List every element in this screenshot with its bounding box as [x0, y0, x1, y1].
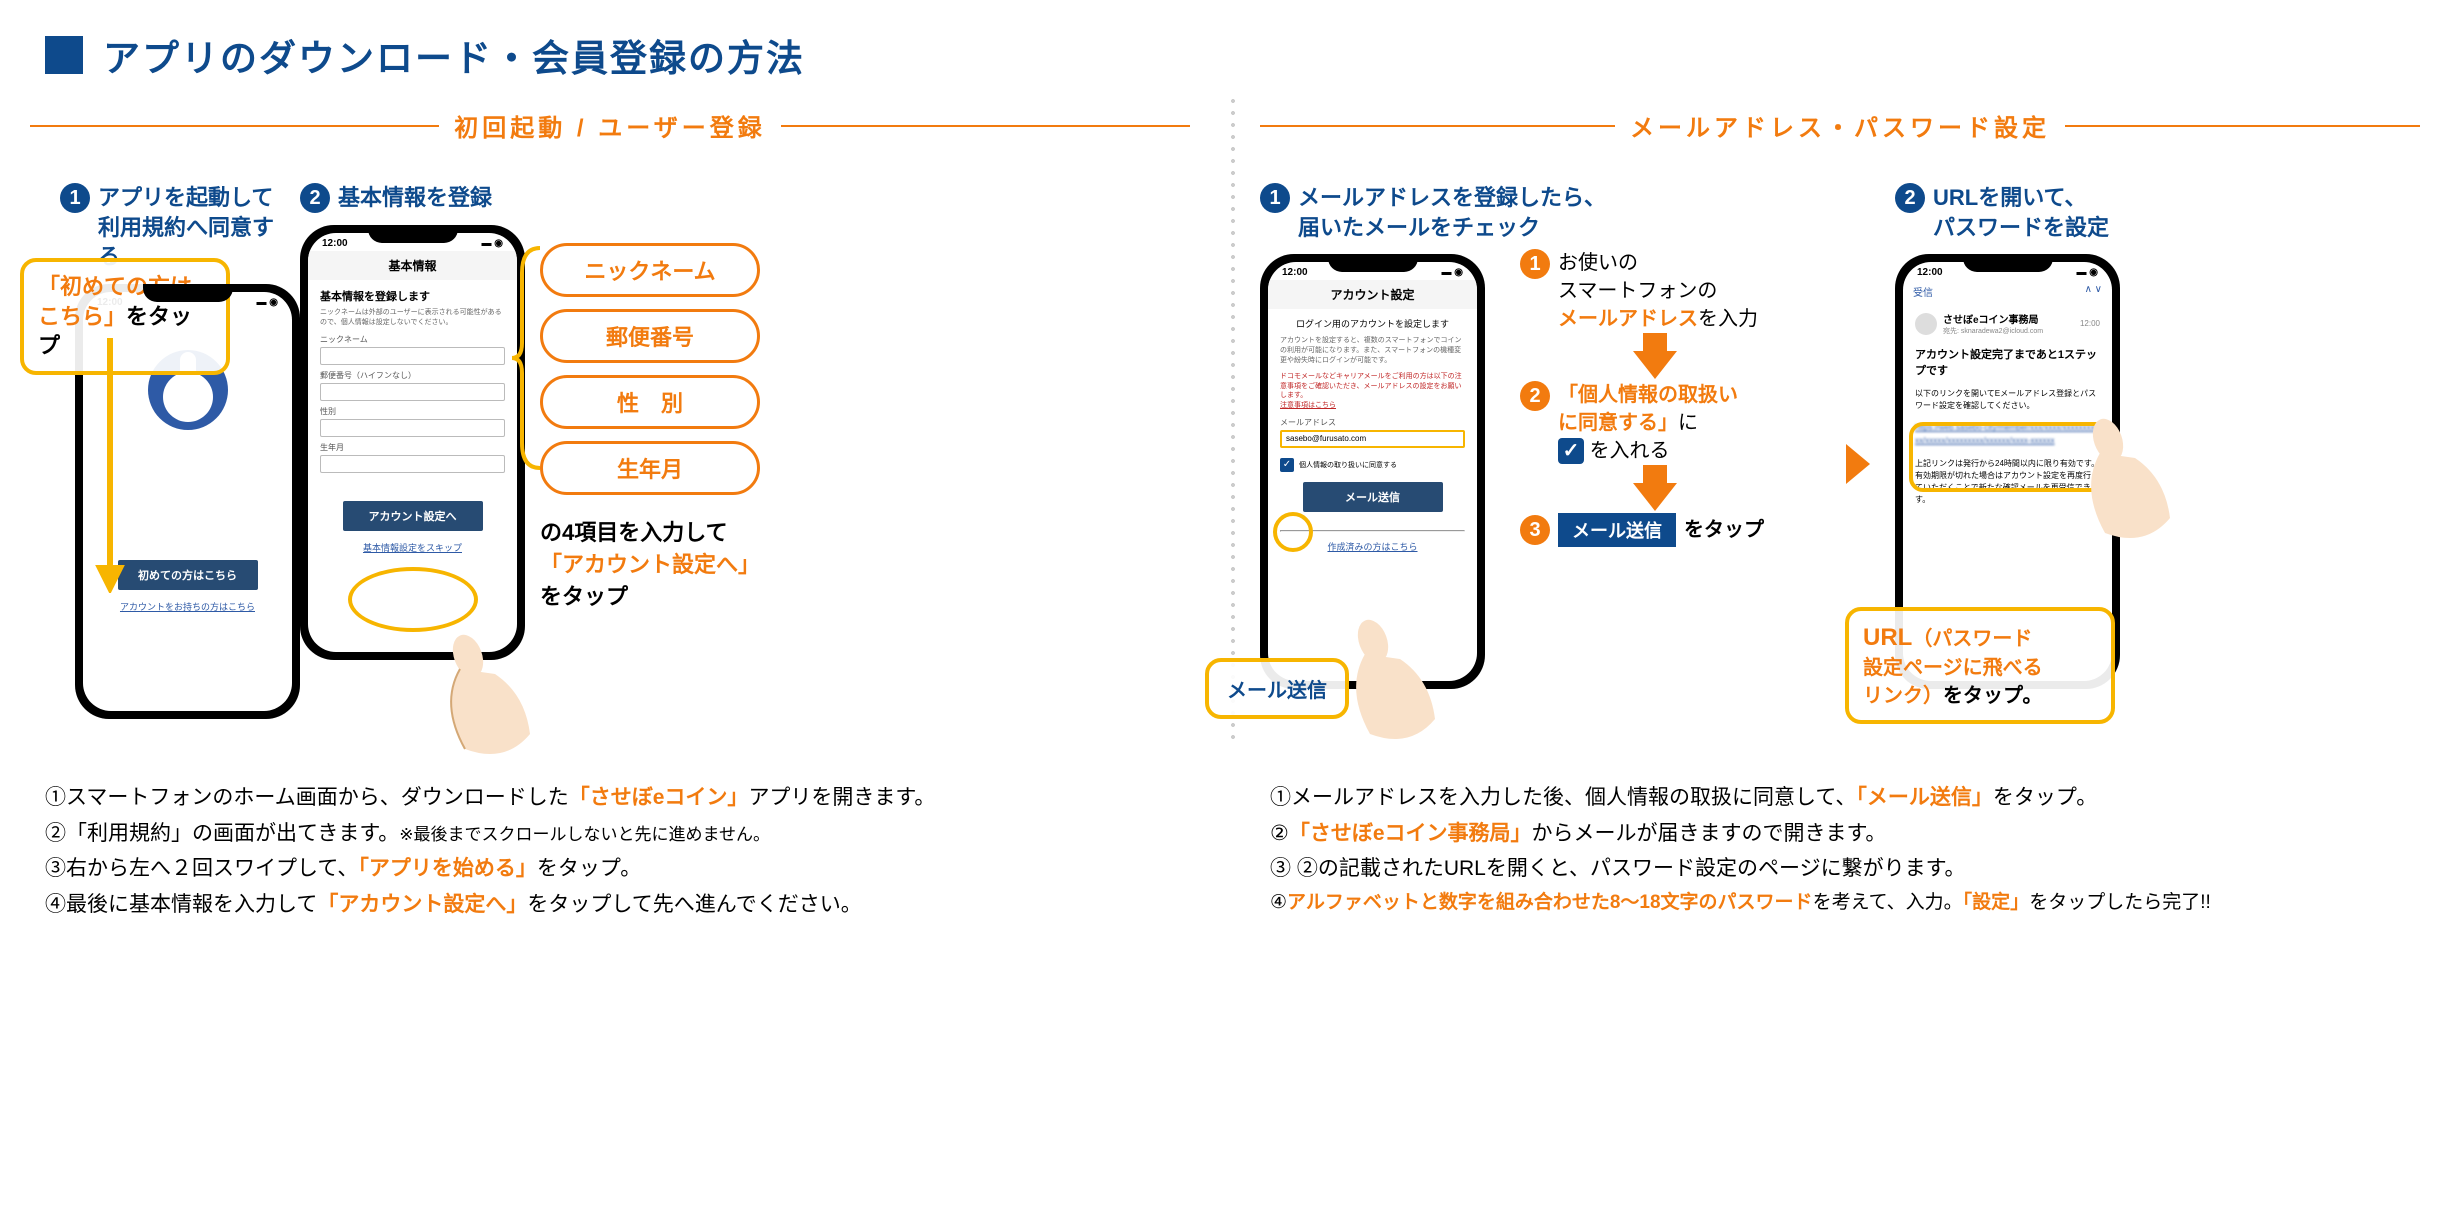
existing-account-link[interactable]: アカウントをお持ちの方はこちら	[83, 600, 292, 613]
yellow-arrow-icon	[90, 338, 130, 593]
signal-icon: ▬ ◉	[256, 297, 278, 308]
title-square-icon	[45, 36, 83, 74]
nav-icons: ∧ ∨	[2085, 284, 2102, 299]
sub-step-number: 1	[1520, 249, 1550, 279]
notch-icon	[1963, 254, 2053, 272]
line-icon	[2065, 125, 2420, 127]
gender-input[interactable]	[320, 419, 505, 437]
signal-icon: ▬ ◉	[481, 238, 503, 249]
send-email-button[interactable]: メール送信	[1303, 482, 1443, 512]
consent-checkbox[interactable]: ✓	[1280, 458, 1294, 472]
warning-link[interactable]: 注意事項はこちら	[1280, 401, 1465, 411]
callout-text: をタップ。	[1943, 685, 2042, 707]
callout-url: URL（パスワード 設定ページに飛べる リンク）をタップ。	[1845, 607, 2115, 725]
time-label: 12:00	[322, 238, 348, 249]
time-label: 12:00	[1282, 267, 1308, 278]
hand-pointer-icon	[1335, 609, 1455, 749]
screen-subtitle: ログイン用のアカウントを設定します	[1280, 317, 1465, 330]
description-right: ①メールアドレスを入力した後、個人情報の取扱に同意して、「メール送信」をタップ。…	[1270, 780, 2410, 919]
account-setup-button[interactable]: アカウント設定へ	[343, 501, 483, 531]
sub-steps-column: 1 お使いの スマートフォンの メールアドレスを入力 2 「個人情報の取扱い に…	[1520, 249, 1790, 551]
step-title-text: URLを開いて、 パスワードを設定	[1933, 183, 2109, 242]
screen-heading: 基本情報	[308, 251, 517, 280]
recipient: 宛先: sknaradewa2@icloud.com	[1943, 326, 2074, 336]
arrow-down-icon	[1633, 351, 1677, 379]
back-link[interactable]: 受信	[1913, 284, 1933, 299]
sub-step-number: 3	[1520, 515, 1550, 545]
hand-pointer-icon	[430, 624, 550, 764]
sub-step-text: 「個人情報の取扱い に同意する」に ✓ を入れる	[1558, 381, 1738, 465]
screen-subtitle: 基本情報を登録します	[320, 288, 505, 304]
instruction-text: の4項目を入力して	[540, 517, 760, 549]
line-icon	[1260, 125, 1615, 127]
consent-label: 個人情報の取り扱いに同意する	[1299, 460, 1397, 470]
callout-text: （パスワード	[1912, 628, 2032, 650]
instruction-text: をタップ	[540, 581, 760, 613]
section-first-launch: 初回起動 / ユーザー登録 1 アプリを起動して 利用規約へ同意する 12:00…	[30, 108, 1190, 719]
send-badge: メール送信	[1558, 513, 1676, 547]
arrow-down-icon	[1633, 483, 1677, 511]
hand-pointer-icon	[2070, 408, 2190, 548]
callout-text: こちら」	[38, 304, 126, 329]
time-label: 12:00	[1917, 267, 1943, 278]
highlight-circle-icon	[348, 567, 478, 632]
screen-note: アカウントを設定すると、複数のスマートフォンでコインの利用が可能になります。また…	[1280, 336, 1465, 365]
warning-text: ドコモメールなどキャリアメールをご利用の方は以下の注意事項をご確認いただき、メー…	[1280, 372, 1465, 401]
notch-icon	[368, 225, 458, 243]
step-title-text: メールアドレスを登録したら、 届いたメールをチェック	[1298, 183, 1606, 242]
callout-text: リンク）	[1863, 685, 1943, 707]
field-label: 生年月	[320, 442, 505, 453]
field-label: 郵便番号（ハイフンなし）	[320, 370, 505, 381]
section-label: メールアドレス・パスワード設定	[1630, 108, 2050, 143]
field-pill: 性 別	[540, 375, 760, 429]
birth-input[interactable]	[320, 455, 505, 473]
callout-text: URL	[1863, 624, 1912, 651]
mail-time: 12:00	[2080, 319, 2100, 328]
section-label: 初回起動 / ユーザー登録	[454, 108, 766, 143]
screen-note: ニックネームは外部のユーザーに表示される可能性があるので、個人情報は設定しないで…	[320, 308, 505, 328]
field-pill: 郵便番号	[540, 309, 760, 363]
callout-text: 設定ページに飛べる	[1863, 657, 2043, 679]
first-time-button[interactable]: 初めての方はこちら	[118, 560, 258, 590]
screen-heading: アカウント設定	[1268, 280, 1477, 309]
email-input[interactable]	[1280, 430, 1465, 448]
sub-step-text: をタップ	[1684, 516, 1764, 544]
line-icon	[30, 125, 439, 127]
arrow-right-icon	[1846, 444, 1870, 484]
signal-icon: ▬ ◉	[2076, 267, 2098, 278]
title-text: アプリのダウンロード・会員登録の方法	[103, 28, 805, 82]
zipcode-input[interactable]	[320, 383, 505, 401]
field-label: メールアドレス	[1280, 417, 1465, 428]
page-title: アプリのダウンロード・会員登録の方法	[45, 28, 805, 82]
section-email-password: メールアドレス・パスワード設定 1 メールアドレスを登録したら、 届いたメールを…	[1260, 108, 2420, 689]
line-icon	[781, 125, 1190, 127]
sub-step-text: お使いの スマートフォンの メールアドレスを入力	[1558, 249, 1758, 333]
nickname-input[interactable]	[320, 347, 505, 365]
instruction-text: 「アカウント設定へ」	[540, 549, 760, 581]
callout-send-button: メール送信	[1205, 658, 1349, 719]
step-number: 1	[60, 183, 90, 213]
signal-icon: ▬ ◉	[1441, 267, 1463, 278]
sub-step-number: 2	[1520, 381, 1550, 411]
field-pill: 生年月	[540, 441, 760, 495]
step-title-text: 基本情報を登録	[338, 183, 492, 213]
field-label: 性別	[320, 406, 505, 417]
description-left: ①スマートフォンのホーム画面から、ダウンロードした「させぼeコイン」アプリを開き…	[45, 780, 1185, 923]
field-label: ニックネーム	[320, 334, 505, 345]
step-number: 2	[300, 183, 330, 213]
avatar-icon	[1915, 313, 1937, 335]
mail-subject: アカウント設定完了まであと1ステップです	[1915, 346, 2100, 378]
bracket-icon	[512, 243, 542, 473]
step-number: 2	[1895, 183, 1925, 213]
vertical-divider	[1230, 95, 1236, 745]
check-badge-icon: ✓	[1558, 438, 1584, 464]
step-number: 1	[1260, 183, 1290, 213]
phone-mockup-2: 12:00 ▬ ◉ 基本情報 基本情報を登録します ニックネームは外部のユーザーに…	[300, 225, 525, 660]
skip-link[interactable]: 基本情報設定をスキップ	[320, 541, 505, 554]
sender-name: させぼeコイン事務局	[1943, 311, 2074, 326]
notch-icon	[1328, 254, 1418, 272]
field-pill: ニックネーム	[540, 243, 760, 297]
notch-icon	[143, 284, 233, 302]
